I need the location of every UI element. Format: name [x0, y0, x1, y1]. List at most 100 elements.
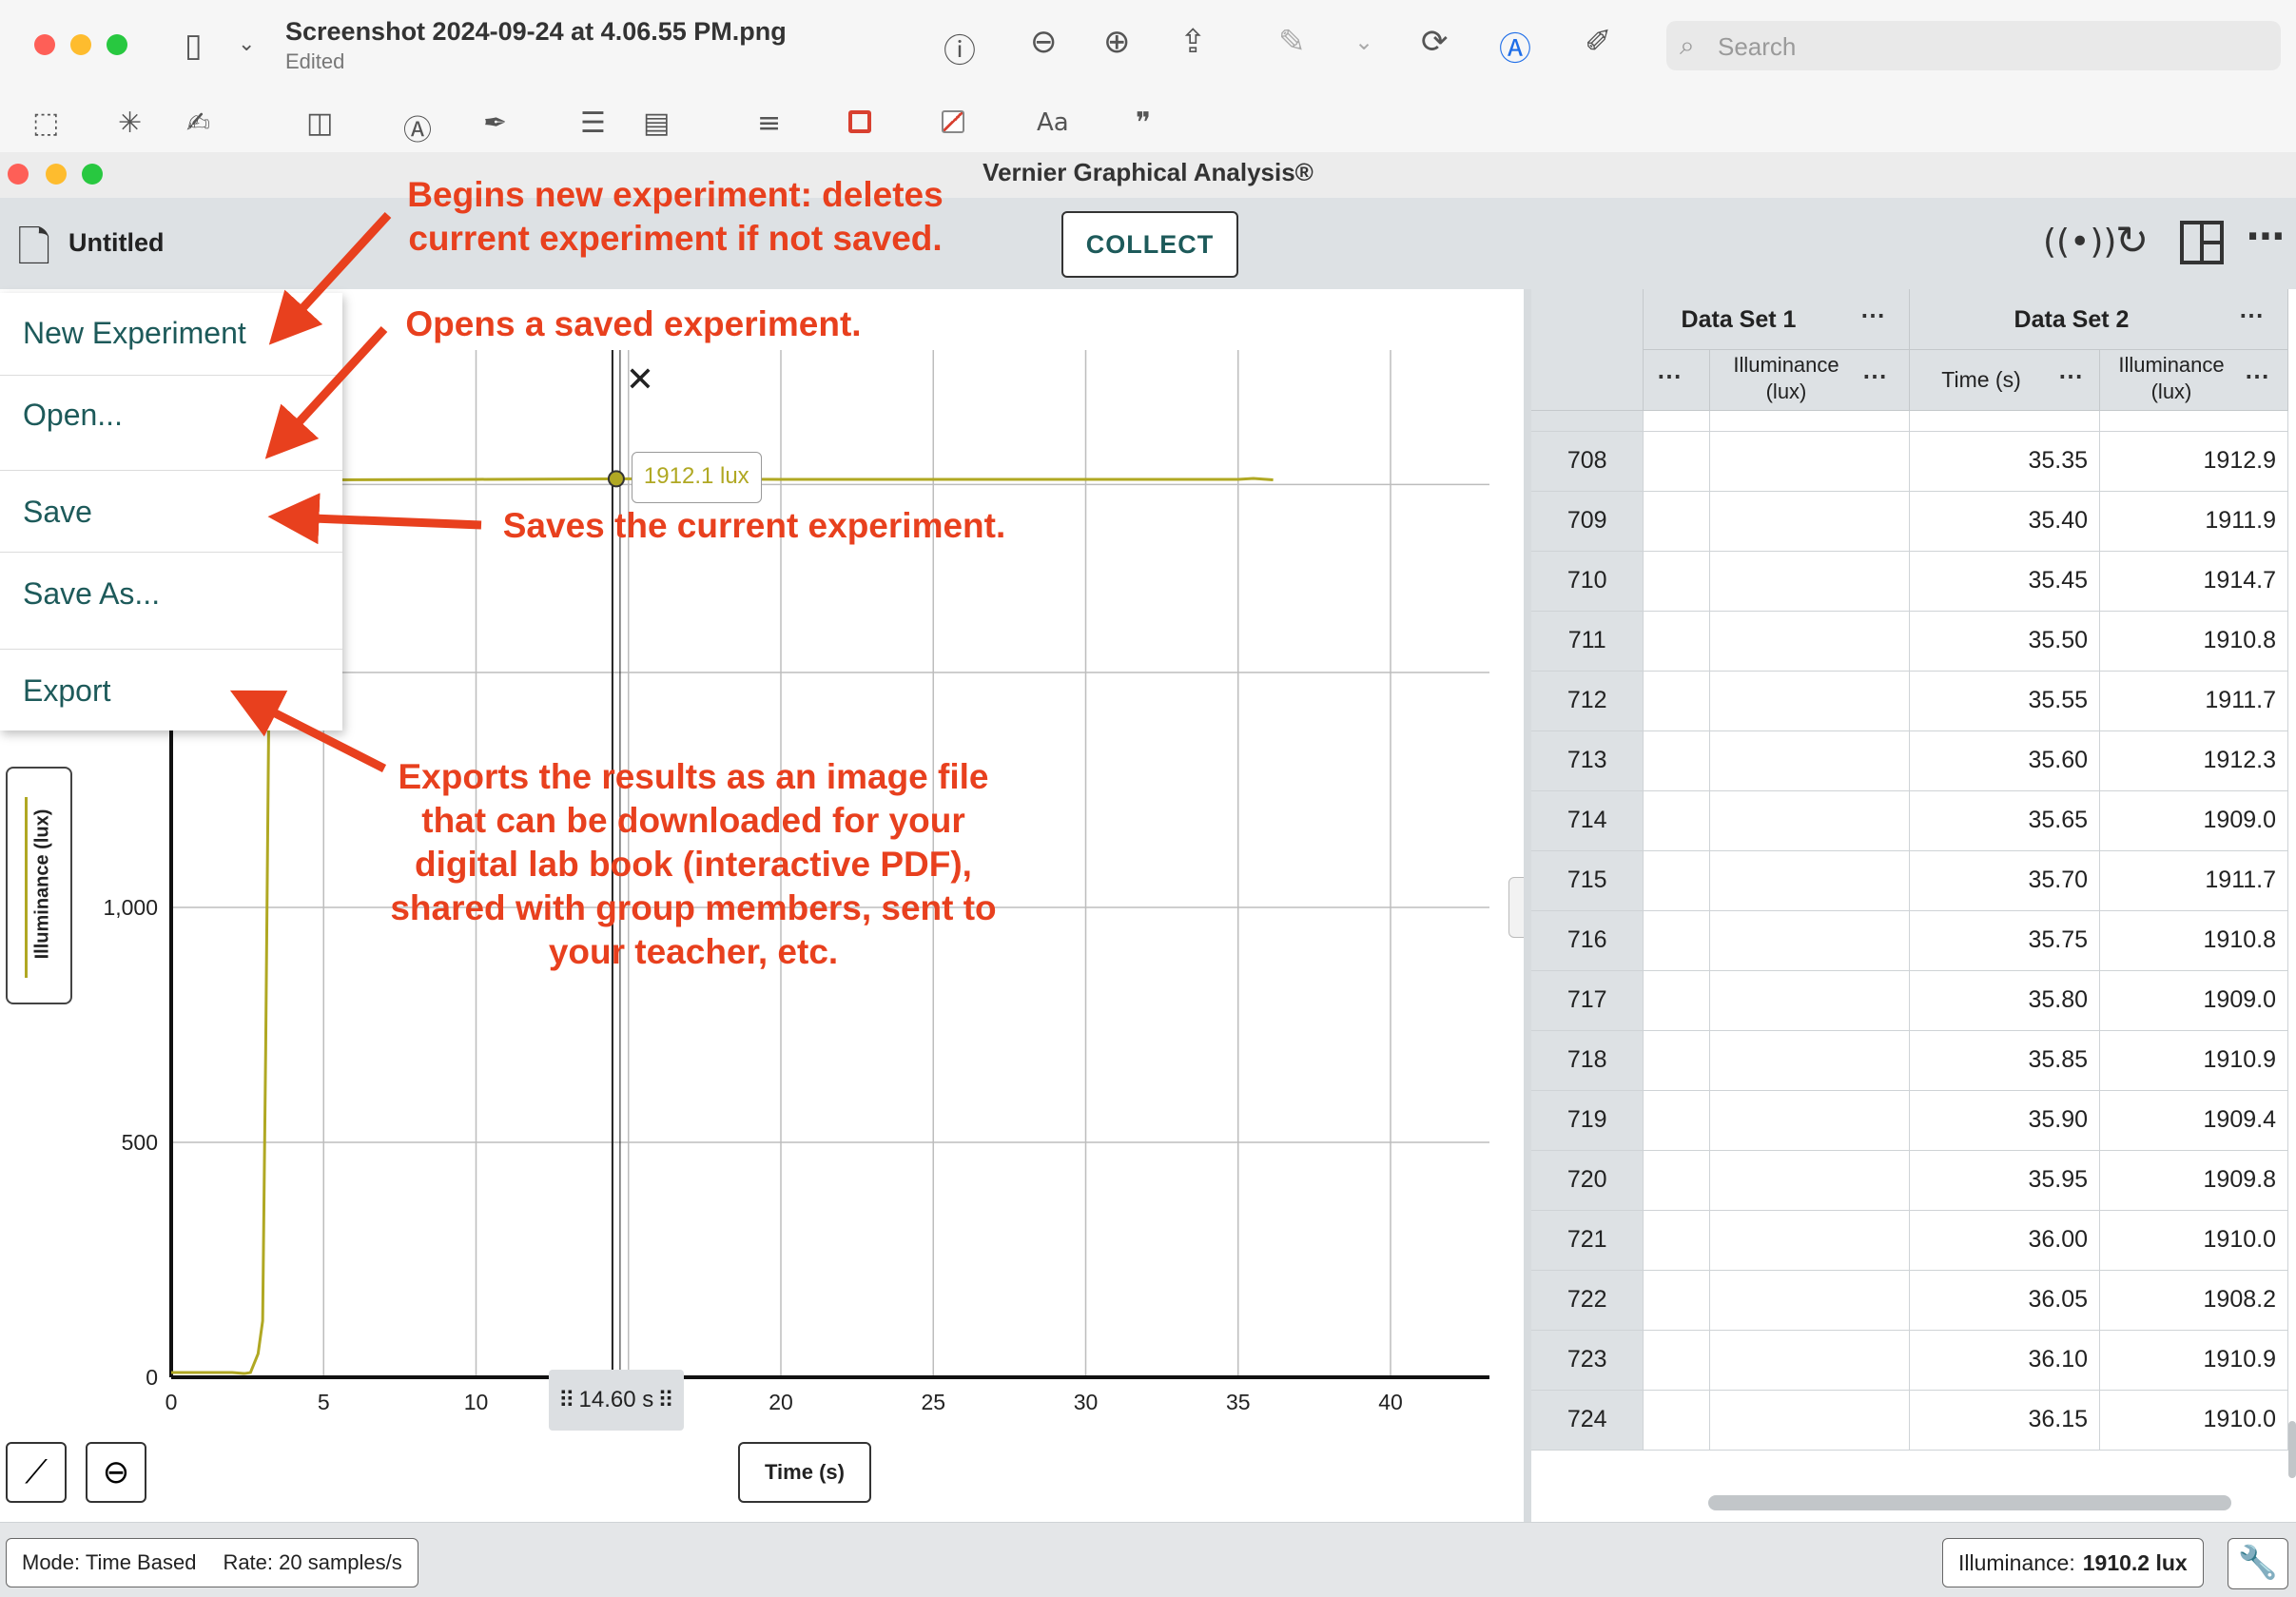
- data-set-2-illuminance-cell[interactable]: 1914.7: [2099, 551, 2288, 612]
- data-set-1-illuminance-cell[interactable]: [1709, 1090, 1911, 1151]
- data-set-2-time-cell[interactable]: 36.15: [1909, 1390, 2101, 1451]
- data-set-1-time-cell[interactable]: [1643, 1270, 1711, 1331]
- data-set-2-time-cell[interactable]: 36.10: [1909, 1330, 2101, 1391]
- adjust-color-icon[interactable]: ☰: [580, 107, 606, 140]
- more-options-icon[interactable]: ⋯: [2245, 361, 2270, 391]
- data-set-2-illuminance-header[interactable]: Illuminance (lux) ⋯: [2100, 350, 2288, 411]
- info-icon[interactable]: ⓘ: [944, 25, 976, 71]
- data-set-1-illuminance-cell[interactable]: [1709, 1330, 1911, 1391]
- rotate-icon[interactable]: ⟳: [1421, 23, 1449, 61]
- row-index-cell[interactable]: 708: [1531, 431, 1644, 492]
- table-row[interactable]: 724 36.15 1910.0: [1531, 1390, 2288, 1451]
- more-options-icon[interactable]: ⋯: [2247, 215, 2285, 259]
- data-set-2-illuminance-cell[interactable]: 1909.0: [2099, 790, 2288, 851]
- data-set-1-illuminance-header[interactable]: Illuminance (lux) ⋯: [1710, 350, 1910, 411]
- signature-icon[interactable]: ✒: [483, 107, 507, 140]
- sidebar-toggle-icon[interactable]: ▯: [185, 27, 203, 65]
- data-set-1-time-cell[interactable]: [1643, 1330, 1711, 1391]
- row-index-cell[interactable]: 723: [1531, 1330, 1644, 1391]
- table-body[interactable]: 70735.301916.970835.351912.970935.401911…: [1531, 411, 2288, 1495]
- table-row[interactable]: 712 35.55 1911.7: [1531, 671, 2288, 731]
- row-index-cell[interactable]: 711: [1531, 611, 1644, 672]
- edit-toolbar-icon[interactable]: ✐: [1585, 23, 1612, 61]
- row-index-cell[interactable]: 718: [1531, 1030, 1644, 1091]
- shapes-icon[interactable]: ◫: [306, 107, 333, 140]
- mode-rate-button[interactable]: Mode: Time Based Rate: 20 samples/s: [6, 1538, 418, 1587]
- table-row[interactable]: 710 35.45 1914.7: [1531, 551, 2288, 612]
- menu-export[interactable]: Export: [23, 673, 110, 709]
- data-set-2-time-cell[interactable]: 35.95: [1909, 1150, 2101, 1211]
- data-set-1-time-cell[interactable]: [1643, 611, 1711, 672]
- data-set-1-time-cell[interactable]: [1643, 551, 1711, 612]
- data-set-1-illuminance-cell[interactable]: [1709, 1030, 1911, 1091]
- data-set-1-illuminance-cell[interactable]: [1709, 551, 1911, 612]
- collect-button[interactable]: COLLECT: [1061, 211, 1238, 278]
- data-set-2-illuminance-cell[interactable]: 1910.9: [2099, 1330, 2288, 1391]
- data-set-1-time-cell[interactable]: [1643, 1030, 1711, 1091]
- data-set-1-illuminance-cell[interactable]: [1709, 671, 1911, 731]
- data-set-2-time-cell[interactable]: 35.75: [1909, 910, 2101, 971]
- data-set-2-time-cell[interactable]: 35.30: [1909, 411, 2101, 432]
- data-set-2-illuminance-cell[interactable]: 1911.7: [2099, 671, 2288, 731]
- vertical-scrollbar[interactable]: [2288, 1421, 2296, 1478]
- row-index-cell[interactable]: 719: [1531, 1090, 1644, 1151]
- text-box-icon[interactable]: Ⓐ: [403, 107, 432, 148]
- row-index-cell[interactable]: 712: [1531, 671, 1644, 731]
- data-set-1-illuminance-cell[interactable]: [1709, 1150, 1911, 1211]
- data-set-1-time-cell[interactable]: [1643, 970, 1711, 1031]
- data-set-1-illuminance-cell[interactable]: [1709, 970, 1911, 1031]
- table-row[interactable]: 718 35.85 1910.9: [1531, 1030, 2288, 1091]
- table-row[interactable]: 720 35.95 1909.8: [1531, 1150, 2288, 1211]
- table-row[interactable]: 719 35.90 1909.4: [1531, 1090, 2288, 1151]
- row-index-cell[interactable]: 710: [1531, 551, 1644, 612]
- minimize-window-button[interactable]: [70, 34, 91, 55]
- data-set-2-time-cell[interactable]: 35.85: [1909, 1030, 2101, 1091]
- chevron-down-icon[interactable]: ⌄: [1354, 29, 1373, 55]
- row-index-cell[interactable]: 713: [1531, 730, 1644, 791]
- row-index-cell[interactable]: 716: [1531, 910, 1644, 971]
- row-index-cell[interactable]: 720: [1531, 1150, 1644, 1211]
- data-set-1-time-header[interactable]: ⋯: [1644, 350, 1710, 411]
- data-set-2-illuminance-cell[interactable]: 1910.0: [2099, 1390, 2288, 1451]
- data-set-2-time-cell[interactable]: 35.35: [1909, 431, 2101, 492]
- table-row[interactable]: 713 35.60 1912.3: [1531, 730, 2288, 791]
- zoom-in-icon[interactable]: ⊕: [1103, 23, 1131, 61]
- menu-save[interactable]: Save: [23, 495, 92, 530]
- data-set-1-illuminance-cell[interactable]: [1709, 491, 1911, 552]
- search-field[interactable]: ⌕ Search: [1666, 21, 2281, 70]
- data-set-1-time-cell[interactable]: [1643, 790, 1711, 851]
- row-index-cell[interactable]: 715: [1531, 850, 1644, 911]
- x-axis-label-button[interactable]: Time (s): [738, 1442, 871, 1503]
- more-options-icon[interactable]: ⋯: [2239, 301, 2265, 330]
- y-axis-label-box[interactable]: Illuminance (lux): [6, 767, 72, 1004]
- more-options-icon[interactable]: ⋯: [1860, 301, 1886, 330]
- data-set-1-illuminance-cell[interactable]: [1709, 910, 1911, 971]
- data-set-2-illuminance-cell[interactable]: 1910.8: [2099, 910, 2288, 971]
- data-set-1-time-cell[interactable]: [1643, 1150, 1711, 1211]
- menu-save-as[interactable]: Save As...: [23, 576, 160, 612]
- table-row[interactable]: 721 36.00 1910.0: [1531, 1210, 2288, 1271]
- instant-alpha-icon[interactable]: ✳: [118, 107, 142, 140]
- zoom-window-button[interactable]: [107, 34, 127, 55]
- data-set-2-time-cell[interactable]: 35.40: [1909, 491, 2101, 552]
- row-index-cell[interactable]: 722: [1531, 1270, 1644, 1331]
- data-set-2-time-cell[interactable]: 35.80: [1909, 970, 2101, 1031]
- data-set-2-time-cell[interactable]: 35.60: [1909, 730, 2101, 791]
- data-set-1-illuminance-cell[interactable]: [1709, 411, 1911, 432]
- cursor-time-handle[interactable]: ⠿ 14.60 s ⠿: [548, 1370, 684, 1431]
- table-row[interactable]: 723 36.10 1910.9: [1531, 1330, 2288, 1391]
- highlight-pen-icon[interactable]: ✎: [1278, 23, 1306, 61]
- sensor-connect-icon[interactable]: ((•)): [2043, 223, 2116, 262]
- data-set-2-time-cell[interactable]: 35.45: [1909, 551, 2101, 612]
- row-index-cell[interactable]: 707: [1531, 411, 1644, 432]
- table-row[interactable]: 707 35.301916.9: [1531, 411, 2288, 432]
- sketch-icon[interactable]: ✍: [186, 107, 210, 140]
- text-style-icon[interactable]: Aa: [1037, 108, 1069, 137]
- more-options-icon[interactable]: ⋯: [1657, 361, 1683, 391]
- chevron-down-icon[interactable]: ⌄: [238, 32, 255, 56]
- document-name[interactable]: Untitled: [68, 228, 165, 258]
- data-set-2-time-header[interactable]: Time (s) ⋯: [1910, 350, 2100, 411]
- menu-open[interactable]: Open...: [23, 398, 123, 433]
- data-set-2-time-cell[interactable]: 35.50: [1909, 611, 2101, 672]
- data-set-1-illuminance-cell[interactable]: [1709, 431, 1911, 492]
